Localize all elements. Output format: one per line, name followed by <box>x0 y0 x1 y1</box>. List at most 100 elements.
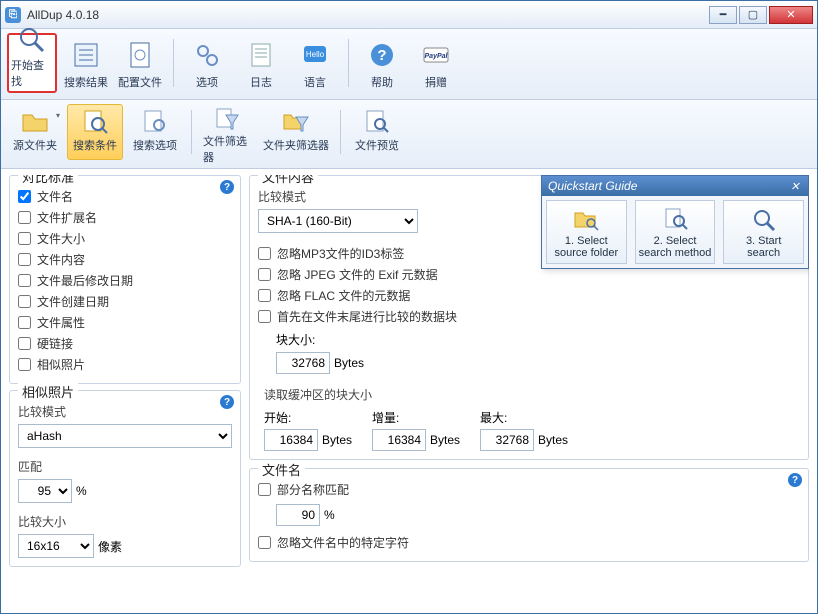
quickstart-step-1[interactable]: 1. Selectsource folder <box>546 200 627 264</box>
similar-photos-group: 相似照片 ? 比较模式 aHash 匹配 95 % 比较大小 16x16 像素 <box>9 390 241 567</box>
compare-ext-checkbox[interactable] <box>18 211 31 224</box>
buffer-start-input[interactable] <box>264 429 318 451</box>
subtoolbar-label: 文件夹筛选器 <box>263 137 329 153</box>
checkbox-label: 忽略文件名中的特定字符 <box>277 534 409 551</box>
buffer-inc-input[interactable] <box>372 429 426 451</box>
step-line1: 2. Select <box>638 235 713 247</box>
quickstart-step-3[interactable]: 3. Startsearch <box>723 200 804 264</box>
minimize-button[interactable]: ━ <box>709 6 737 24</box>
block-size-label: 块大小: <box>276 331 315 348</box>
hash-mode-select[interactable]: SHA-1 (160-Bit) <box>258 209 418 233</box>
block-size-input[interactable] <box>276 352 330 374</box>
compare-size-checkbox[interactable] <box>18 232 31 245</box>
checkbox-label: 文件属性 <box>37 314 85 331</box>
group-legend: 相似照片 <box>18 382 78 401</box>
compare-criteria-group: 对比标准 ? 文件名文件扩展名文件大小文件内容文件最后修改日期文件创建日期文件属… <box>9 175 241 384</box>
ignore-id3-checkbox[interactable] <box>258 247 271 260</box>
start-label: 开始: <box>264 409 352 426</box>
hello-icon: Hello <box>298 38 332 72</box>
match-label: 匹配 <box>18 458 232 475</box>
group-legend: 文件名 <box>258 460 305 479</box>
help-badge-icon[interactable]: ? <box>220 395 234 409</box>
subtoolbar-label: 文件筛选器 <box>203 133 253 165</box>
help-icon: ? <box>365 38 399 72</box>
funnel-icon <box>213 107 243 133</box>
maximize-button[interactable]: ▢ <box>739 6 767 24</box>
folder-icon <box>20 107 50 137</box>
checkbox-label: 首先在文件末尾进行比较的数据块 <box>277 308 457 325</box>
main-toolbar: 开始查找 搜索结果 配置文件 选项 日志 Hello 语言 ? 帮助 Pay <box>1 29 817 100</box>
checkbox-label: 硬链接 <box>37 335 73 352</box>
compare-filename-checkbox[interactable] <box>18 190 31 203</box>
svg-text:PayPal: PayPal <box>425 53 449 60</box>
quickstart-close-icon[interactable]: ✕ <box>788 179 802 193</box>
checkbox-label: 忽略MP3文件的ID3标签 <box>277 245 404 262</box>
compare-hardlink-checkbox[interactable] <box>18 337 31 350</box>
magnifier-icon <box>15 25 49 55</box>
compare-cdate-checkbox[interactable] <box>18 295 31 308</box>
bytes-label: Bytes <box>322 433 352 447</box>
compare-attr-checkbox[interactable] <box>18 316 31 329</box>
doc-magnifier-icon <box>80 107 110 137</box>
size-label: 比较大小 <box>18 513 232 530</box>
ignore-flac-checkbox[interactable] <box>258 289 271 302</box>
partial-match-input[interactable] <box>276 504 320 526</box>
close-button[interactable]: ✕ <box>769 6 813 24</box>
bytes-label: Bytes <box>538 433 568 447</box>
svg-text:?: ? <box>377 47 386 64</box>
compare-size-select[interactable]: 16x16 <box>18 534 94 558</box>
compare-similar-checkbox[interactable] <box>18 358 31 371</box>
group-legend: 对比标准 <box>18 175 78 186</box>
match-value-select[interactable]: 95 <box>18 479 72 503</box>
partial-match-checkbox[interactable] <box>258 483 271 496</box>
search-results-button[interactable]: 搜索结果 <box>61 33 111 93</box>
language-button[interactable]: Hello 语言 <box>290 33 340 93</box>
bytes-label: Bytes <box>430 433 460 447</box>
window-title: AllDup 4.0.18 <box>27 8 709 22</box>
source-folders-button[interactable]: ▾ 源文件夹 <box>7 104 63 160</box>
tail-first-checkbox[interactable] <box>258 310 271 323</box>
compare-content-checkbox[interactable] <box>18 253 31 266</box>
folder-funnel-icon <box>281 107 311 137</box>
search-criteria-button[interactable]: 搜索条件 <box>67 104 123 160</box>
max-label: 最大: <box>480 409 568 426</box>
file-preview-button[interactable]: 文件预览 <box>349 104 405 160</box>
config-button[interactable]: 配置文件 <box>115 33 165 93</box>
step-line2: source folder <box>549 247 624 259</box>
folder-filter-button[interactable]: 文件夹筛选器 <box>260 104 332 160</box>
ignore-chars-checkbox[interactable] <box>258 536 271 549</box>
step-icon <box>750 205 778 233</box>
compare-mdate-checkbox[interactable] <box>18 274 31 287</box>
options-button[interactable]: 选项 <box>182 33 232 93</box>
toolbar-label: 配置文件 <box>118 74 162 90</box>
toolbar-label: 开始查找 <box>11 57 53 89</box>
help-badge-icon[interactable]: ? <box>220 180 234 194</box>
toolbar-label: 选项 <box>196 74 218 90</box>
buffer-max-input[interactable] <box>480 429 534 451</box>
preview-icon <box>362 107 392 137</box>
help-button[interactable]: ? 帮助 <box>357 33 407 93</box>
donate-button[interactable]: PayPal 捐赠 <box>411 33 461 93</box>
checkbox-label: 文件内容 <box>37 251 85 268</box>
gear-doc-icon <box>123 38 157 72</box>
percent-label: % <box>324 508 335 522</box>
ignore-exif-checkbox[interactable] <box>258 268 271 281</box>
inc-label: 增量: <box>372 409 460 426</box>
search-options-button[interactable]: 搜索选项 <box>127 104 183 160</box>
checkbox-label: 部分名称匹配 <box>277 481 349 498</box>
sub-toolbar: ▾ 源文件夹 搜索条件 搜索选项 文件筛选器 文件夹筛选器 文件预览 <box>1 100 817 169</box>
subtoolbar-label: 搜索条件 <box>73 137 117 153</box>
quickstart-step-2[interactable]: 2. Selectsearch method <box>635 200 716 264</box>
log-icon <box>244 38 278 72</box>
checkbox-label: 文件最后修改日期 <box>37 272 133 289</box>
start-search-button[interactable]: 开始查找 <box>7 33 57 93</box>
file-filter-button[interactable]: 文件筛选器 <box>200 104 256 160</box>
log-button[interactable]: 日志 <box>236 33 286 93</box>
help-badge-icon[interactable]: ? <box>788 473 802 487</box>
toolbar-label: 捐赠 <box>425 74 447 90</box>
dropdown-icon: ▾ <box>56 111 60 120</box>
similar-mode-select[interactable]: aHash <box>18 424 232 448</box>
doc-gear-icon <box>140 107 170 137</box>
paypal-icon: PayPal <box>419 38 453 72</box>
toolbar-label: 帮助 <box>371 74 393 90</box>
